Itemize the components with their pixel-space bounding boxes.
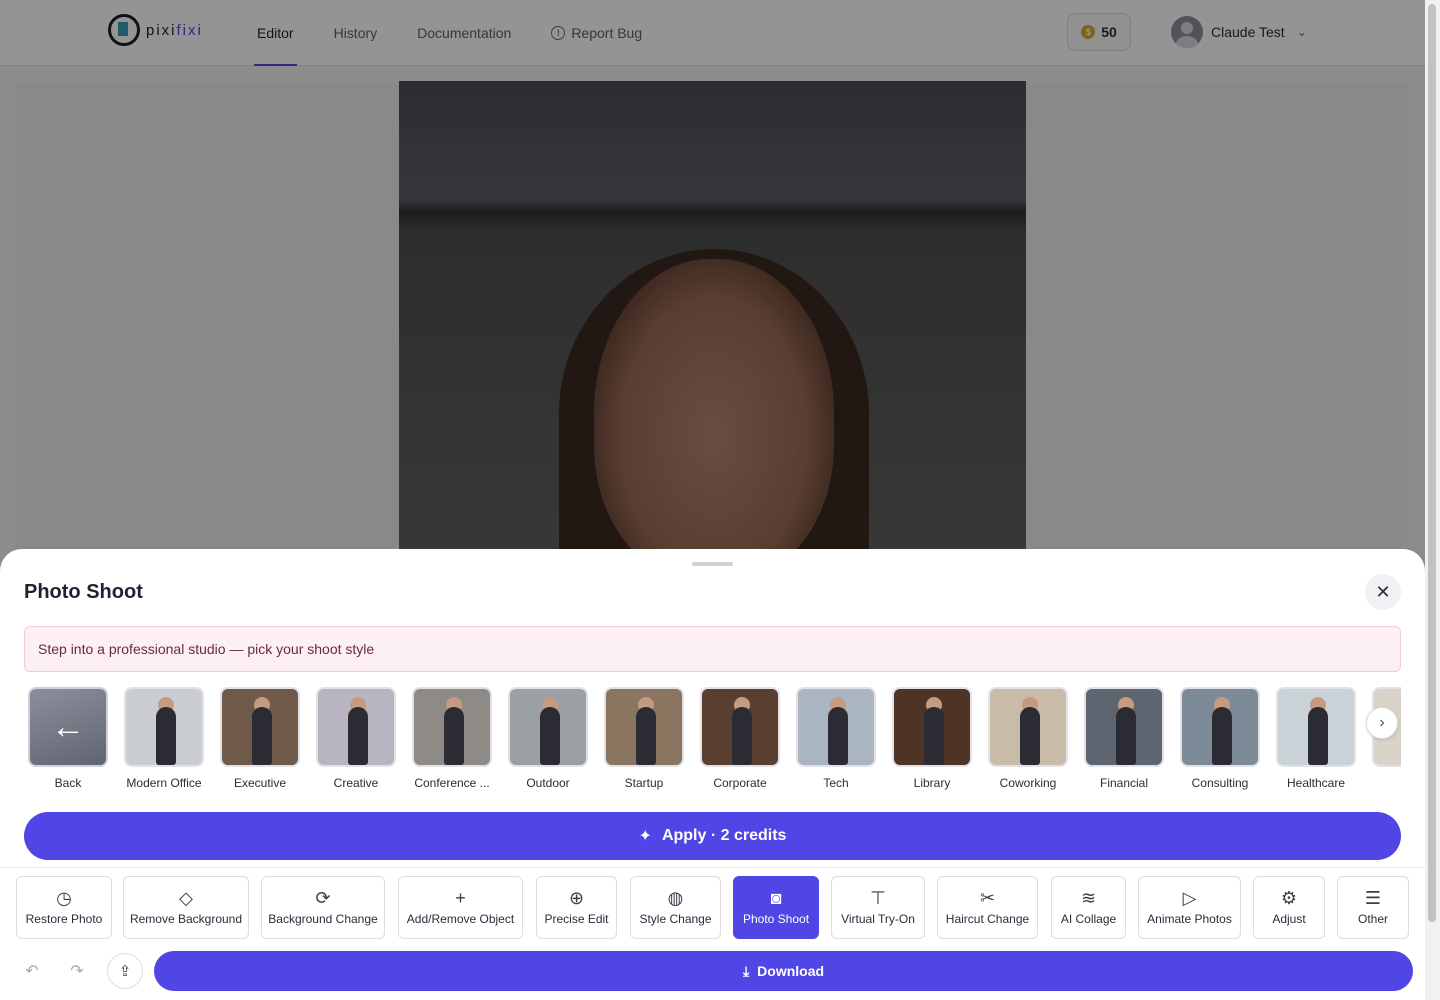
shirt-icon: ⊤: [870, 888, 886, 908]
info-banner: Step into a professional studio — pick y…: [24, 626, 1401, 672]
style-thumbnail: [604, 687, 684, 767]
redo-icon: ↷: [70, 963, 84, 980]
tool-bar: ◷ Restore Photo ◇ Remove Background ⟳ Backg…: [16, 876, 1409, 940]
share-button[interactable]: ⇪: [107, 953, 143, 989]
download-icon: ⤓: [742, 962, 750, 979]
play-icon: ▷: [1182, 888, 1197, 908]
upload-icon: ⇪: [118, 963, 132, 980]
style-option[interactable]: Conference ...: [404, 687, 500, 790]
camera-icon: ◙: [770, 888, 782, 908]
close-button[interactable]: ✕: [1365, 574, 1401, 610]
tool-ai-collage[interactable]: ≋ AI Collage: [1051, 876, 1126, 939]
download-button[interactable]: ⤓ Download: [154, 951, 1413, 991]
carousel-next-button[interactable]: ›: [1366, 707, 1398, 739]
style-thumbnail: [1276, 687, 1356, 767]
tool-style-change[interactable]: ◍ Style Change: [630, 876, 721, 939]
sheet-drag-handle[interactable]: [692, 562, 733, 566]
close-icon: ✕: [1375, 581, 1391, 602]
layers-icon: ≋: [1080, 888, 1097, 908]
magic-wand-icon: ✦: [638, 828, 652, 845]
tool-precise-edit[interactable]: ⊕ Precise Edit: [536, 876, 617, 939]
tool-restore-photo[interactable]: ◷ Restore Photo: [16, 876, 112, 939]
style-back[interactable]: ← Back: [24, 687, 116, 790]
crosshair-icon: ⊕: [568, 888, 585, 908]
photo-shoot-sheet: Photo Shoot ✕ Step into a professional s…: [0, 549, 1425, 1000]
tool-adjust[interactable]: ⚙ Adjust: [1253, 876, 1325, 939]
style-thumbnail: [316, 687, 396, 767]
style-option[interactable]: Creative: [308, 687, 404, 790]
style-option[interactable]: Library: [884, 687, 980, 790]
eraser-icon: ◇: [179, 888, 193, 908]
style-option[interactable]: Startup: [596, 687, 692, 790]
arrow-left-icon: ←: [28, 687, 108, 767]
scissors-icon: ✂: [979, 888, 996, 908]
redo-button[interactable]: ↷: [61, 953, 93, 989]
tool-haircut-change[interactable]: ✂ Haircut Change: [937, 876, 1038, 939]
undo-icon: ↶: [25, 963, 39, 980]
tool-background-change[interactable]: ⟳ Background Change: [261, 876, 385, 939]
style-option[interactable]: Executive: [212, 687, 308, 790]
undo-button[interactable]: ↶: [16, 953, 48, 989]
style-option[interactable]: Financial: [1076, 687, 1172, 790]
style-option[interactable]: Outdoor: [500, 687, 596, 790]
style-option[interactable]: Healthcare: [1268, 687, 1364, 790]
scrollbar-thumb[interactable]: [1428, 4, 1436, 922]
style-thumbnail: [412, 687, 492, 767]
tool-other[interactable]: ☰ Other: [1337, 876, 1409, 939]
chevron-right-icon: ›: [1379, 714, 1385, 731]
sheet-title: Photo Shoot: [24, 581, 143, 603]
style-option[interactable]: Modern Office: [116, 687, 212, 790]
bottom-actions: ↶ ↷ ⇪ ⤓ Download: [0, 949, 1425, 995]
style-thumbnail: [220, 687, 300, 767]
tool-virtual-try-on[interactable]: ⊤ Virtual Try-On: [831, 876, 925, 939]
style-thumbnail: [988, 687, 1068, 767]
tool-remove-background[interactable]: ◇ Remove Background: [123, 876, 249, 939]
apply-button[interactable]: ✦ Apply · 2 credits: [24, 812, 1401, 860]
style-thumbnail: [508, 687, 588, 767]
refresh-icon: ⟳: [315, 888, 331, 908]
style-option[interactable]: Coworking: [980, 687, 1076, 790]
style-thumbnail: [796, 687, 876, 767]
style-option[interactable]: Consulting: [1172, 687, 1268, 790]
tool-animate-photos[interactable]: ▷ Animate Photos: [1138, 876, 1241, 939]
gear-icon: ⚙: [1280, 888, 1298, 908]
style-thumbnail: [1084, 687, 1164, 767]
tool-add-remove-object[interactable]: + Add/Remove Object: [398, 876, 523, 939]
page-scrollbar[interactable]: [1425, 0, 1440, 1000]
palette-icon: ◍: [667, 888, 684, 908]
style-thumbnail: [124, 687, 204, 767]
sliders-icon: ☰: [1364, 888, 1382, 908]
tool-photo-shoot[interactable]: ◙ Photo Shoot: [733, 876, 819, 939]
style-option[interactable]: Corporate: [692, 687, 788, 790]
style-thumbnail: [1180, 687, 1260, 767]
plus-icon: +: [455, 888, 466, 908]
style-carousel: ← Back Modern Office Executive Creative …: [24, 687, 1401, 797]
clock-icon: ◷: [56, 888, 72, 908]
style-option[interactable]: Tech: [788, 687, 884, 790]
style-thumbnail: [700, 687, 780, 767]
divider: [0, 867, 1425, 868]
style-thumbnail: [892, 687, 972, 767]
